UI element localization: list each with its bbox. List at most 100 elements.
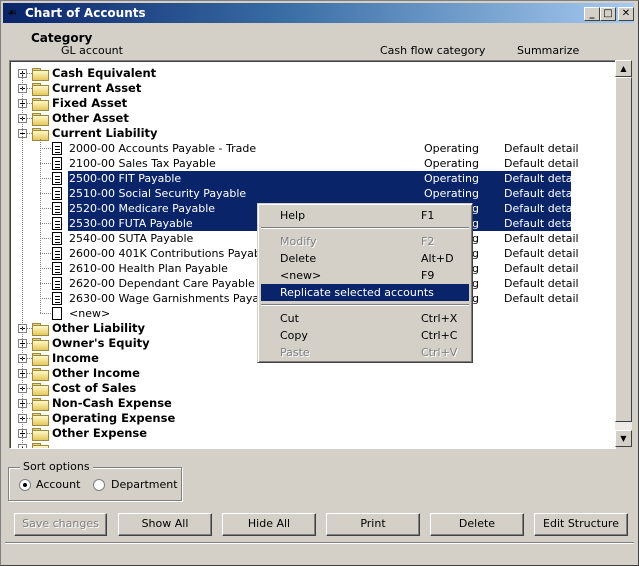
scroll-down-button[interactable]: ▼ bbox=[615, 430, 632, 447]
category-label[interactable]: Non-Cash Expense bbox=[52, 396, 172, 411]
account-label[interactable]: 2100-00 Sales Tax Payable bbox=[69, 156, 216, 171]
category-row[interactable]: Current Liability bbox=[10, 126, 614, 141]
menu-item-modify: Modify F2 bbox=[261, 233, 469, 250]
tree-connector bbox=[27, 133, 32, 134]
cash-flow-value: Operating bbox=[424, 172, 479, 185]
print-button[interactable]: Print bbox=[326, 513, 420, 536]
account-label[interactable]: 2540-00 SUTA Payable bbox=[69, 231, 193, 246]
document-line bbox=[55, 251, 60, 252]
maximize-button[interactable]: □ bbox=[600, 7, 616, 21]
document-line bbox=[55, 299, 60, 300]
tree-connector bbox=[27, 418, 32, 419]
document-line bbox=[55, 224, 60, 225]
tree-connector bbox=[40, 178, 51, 179]
account-row[interactable]: 2510-00 Social Security Payable Operating… bbox=[10, 186, 614, 201]
folder-icon bbox=[32, 323, 49, 336]
category-row[interactable]: Fixed Asset bbox=[10, 96, 614, 111]
summarize-value: Default detail bbox=[504, 157, 579, 170]
new-account-label[interactable]: <new> bbox=[69, 306, 110, 321]
folder-body bbox=[32, 355, 49, 366]
document-line bbox=[55, 281, 60, 282]
folder-icon bbox=[32, 83, 49, 96]
account-row[interactable]: 2000-00 Accounts Payable - Trade Operatin… bbox=[10, 141, 614, 156]
document-line bbox=[55, 239, 60, 240]
radio-account[interactable] bbox=[19, 479, 31, 491]
cash-flow-value: Operating bbox=[424, 142, 479, 155]
save-changes-button[interactable]: Save changes bbox=[14, 513, 107, 536]
vertical-scrollbar[interactable]: ▲ ▼ bbox=[615, 60, 632, 447]
document-icon bbox=[52, 292, 62, 305]
category-row[interactable]: Other Income bbox=[10, 366, 614, 381]
category-label[interactable]: Cash Equivalent bbox=[52, 66, 156, 81]
tree-connector bbox=[40, 253, 51, 254]
folder-body bbox=[32, 85, 49, 96]
account-label[interactable]: 2610-00 Health Plan Payable bbox=[69, 261, 228, 276]
sort-options-title: Sort options bbox=[20, 460, 93, 473]
summarize-value: Default detail bbox=[504, 172, 579, 185]
account-label[interactable]: 2510-00 Social Security Payable bbox=[69, 186, 246, 201]
close-button[interactable]: ✕ bbox=[618, 7, 634, 21]
close-icon: ✕ bbox=[621, 8, 631, 19]
document-line bbox=[55, 302, 60, 303]
document-line bbox=[55, 191, 60, 192]
menu-item-help[interactable]: Help F1 bbox=[261, 207, 469, 224]
category-row[interactable]: Cost of Sales bbox=[10, 381, 614, 396]
arrow-up-icon: ▲ bbox=[620, 64, 627, 73]
menu-item-copy[interactable]: Copy Ctrl+C bbox=[261, 327, 469, 344]
account-label[interactable]: 2520-00 Medicare Payable bbox=[69, 201, 215, 216]
category-label[interactable]: Income bbox=[52, 351, 99, 366]
document-line bbox=[55, 209, 60, 210]
document-line bbox=[55, 284, 60, 285]
account-label[interactable]: 2620-00 Dependant Care Payable bbox=[69, 276, 255, 291]
category-label[interactable]: Fixed Asset bbox=[52, 96, 127, 111]
scroll-up-button[interactable]: ▲ bbox=[615, 60, 632, 77]
window-title: Chart of Accounts bbox=[25, 6, 146, 20]
category-row-partial[interactable] bbox=[10, 441, 614, 448]
menu-item-delete[interactable]: Delete Alt+D bbox=[261, 250, 469, 267]
category-row[interactable]: Cash Equivalent bbox=[10, 66, 614, 81]
category-row[interactable]: Other Expense bbox=[10, 426, 614, 441]
menu-item-replicate-selected-accounts[interactable]: Replicate selected accounts bbox=[261, 284, 469, 301]
category-label[interactable]: Other Asset bbox=[52, 111, 129, 126]
account-label[interactable]: 2630-00 Wage Garnishments Payable bbox=[69, 291, 276, 306]
account-row[interactable]: 2500-00 FIT Payable Operating Default deta… bbox=[10, 171, 614, 186]
category-label[interactable]: Other Income bbox=[52, 366, 140, 381]
account-label[interactable]: 2500-00 FIT Payable bbox=[69, 171, 181, 186]
edit-structure-button[interactable]: Edit Structure bbox=[534, 513, 628, 536]
category-label[interactable]: Owner's Equity bbox=[52, 336, 150, 351]
category-row[interactable]: Operating Expense bbox=[10, 411, 614, 426]
folder-icon bbox=[32, 338, 49, 351]
tree-connector bbox=[27, 103, 32, 104]
category-row[interactable]: Other Asset bbox=[10, 111, 614, 126]
account-label[interactable]: 2600-00 401K Contributions Payable bbox=[69, 246, 271, 261]
account-label[interactable]: 2000-00 Accounts Payable - Trade bbox=[69, 141, 256, 156]
tree-connector bbox=[27, 403, 32, 404]
minimize-button[interactable]: _ bbox=[584, 7, 600, 21]
account-label[interactable]: 2530-00 FUTA Payable bbox=[69, 216, 193, 231]
category-label[interactable]: Other Expense bbox=[52, 426, 147, 441]
radio-account-label[interactable]: Account bbox=[36, 478, 80, 491]
document-icon bbox=[52, 247, 62, 260]
document-line bbox=[55, 176, 60, 177]
category-row[interactable]: Non-Cash Expense bbox=[10, 396, 614, 411]
account-row[interactable]: 2100-00 Sales Tax Payable Operating Defaul… bbox=[10, 156, 614, 171]
menu-item-new[interactable]: <new> F9 bbox=[261, 267, 469, 284]
radio-department[interactable] bbox=[93, 479, 105, 491]
category-label[interactable]: Cost of Sales bbox=[52, 381, 136, 396]
hide-all-button[interactable]: Hide All bbox=[222, 513, 316, 536]
delete-button[interactable]: Delete bbox=[430, 513, 524, 536]
category-row[interactable]: Current Asset bbox=[10, 81, 614, 96]
category-label[interactable]: Current Asset bbox=[52, 81, 141, 96]
folder-body bbox=[32, 385, 49, 396]
menu-item-cut[interactable]: Cut Ctrl+X bbox=[261, 310, 469, 327]
document-line bbox=[55, 206, 60, 207]
category-label[interactable]: Other Liability bbox=[52, 321, 145, 336]
column-header-summarize: Summarize bbox=[517, 44, 580, 57]
show-all-button[interactable]: Show All bbox=[118, 513, 212, 536]
title-bar[interactable]: ☙ Chart of Accounts _ □ ✕ bbox=[3, 3, 634, 23]
scrollbar-thumb[interactable] bbox=[615, 77, 632, 422]
category-label[interactable]: Operating Expense bbox=[52, 411, 175, 426]
category-label[interactable]: Current Liability bbox=[52, 126, 158, 141]
radio-department-label[interactable]: Department bbox=[111, 478, 178, 491]
document-line bbox=[55, 167, 60, 168]
